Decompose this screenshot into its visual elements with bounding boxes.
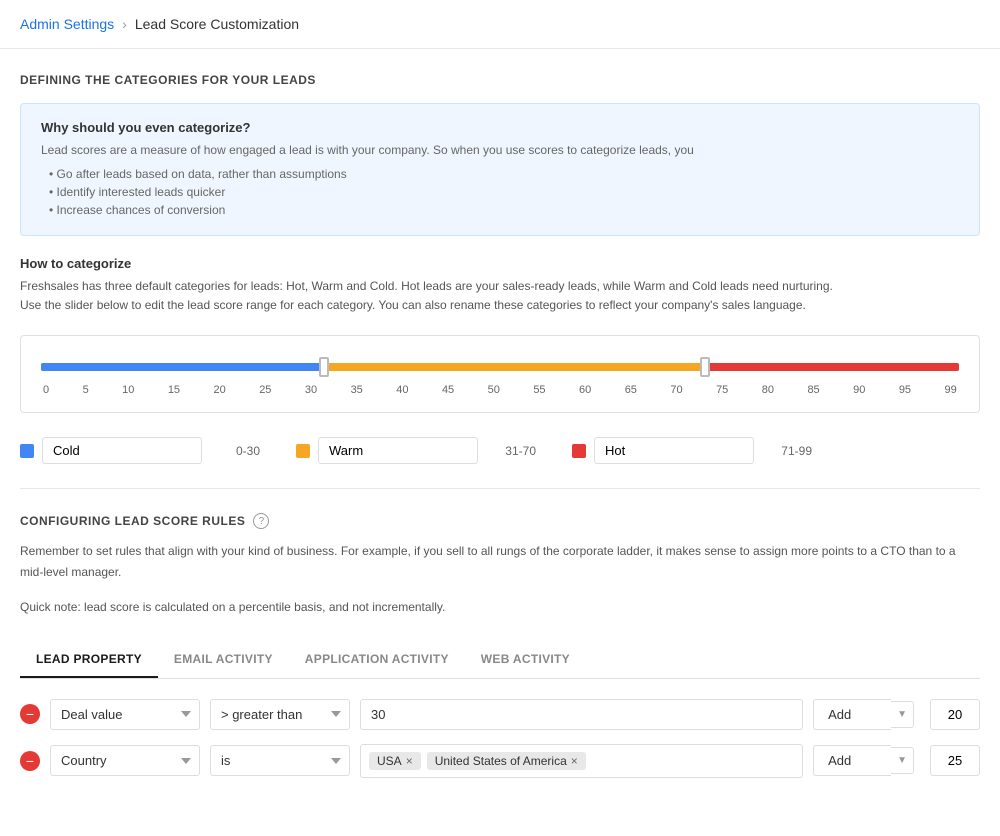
value-input-1[interactable] xyxy=(360,699,803,730)
hot-color-swatch xyxy=(572,444,586,458)
tab-lead-property[interactable]: LEAD PROPERTY xyxy=(20,642,158,678)
config-text-2: Quick note: lead score is calculated on … xyxy=(20,597,980,617)
slider-handle-warm-hot[interactable] xyxy=(700,357,710,377)
operator-select-2[interactable]: is is not contains xyxy=(210,745,350,776)
rules-area: − Deal value Country Lead score Title > … xyxy=(20,679,980,812)
category-row: 0-30 31-70 71-99 xyxy=(20,437,980,464)
how-categorize-text: Freshsales has three default categories … xyxy=(20,277,980,315)
slider-cold-segment xyxy=(41,363,319,371)
category-hot: 71-99 xyxy=(572,437,812,464)
tag-usa-remove[interactable]: × xyxy=(406,755,413,767)
remove-rule-2-button[interactable]: − xyxy=(20,751,40,771)
action-wrap-2: Add Subtract ▼ xyxy=(813,745,914,776)
action-wrap-1: Add Subtract ▼ xyxy=(813,699,914,730)
tab-email-activity[interactable]: EMAIL ACTIVITY xyxy=(158,642,289,678)
tab-application-activity[interactable]: APPLICATION ACTIVITY xyxy=(289,642,465,678)
tags-input-2[interactable]: USA × United States of America × xyxy=(360,744,803,778)
how-categorize-title: How to categorize xyxy=(20,256,980,271)
tag-united-states-remove[interactable]: × xyxy=(571,755,578,767)
cold-range: 0-30 xyxy=(210,444,260,458)
action-select-2[interactable]: Add Subtract xyxy=(813,745,891,776)
cold-color-swatch xyxy=(20,444,34,458)
breadcrumb-parent[interactable]: Admin Settings xyxy=(20,16,114,32)
slider-track[interactable] xyxy=(41,360,959,374)
section-divider xyxy=(20,488,980,489)
remove-rule-1-button[interactable]: − xyxy=(20,704,40,724)
breadcrumb-separator: › xyxy=(122,16,127,32)
tag-usa: USA × xyxy=(369,752,421,770)
defining-section-title: DEFINING THE CATEGORIES FOR YOUR LEADS xyxy=(20,73,980,87)
slider-labels: 0 5 10 15 20 25 30 35 40 45 50 55 60 65 … xyxy=(41,384,959,396)
hot-range: 71-99 xyxy=(762,444,812,458)
score-input-2[interactable] xyxy=(930,745,980,776)
warm-name-input[interactable] xyxy=(318,437,478,464)
config-title-row: CONFIGURING LEAD SCORE RULES ? xyxy=(20,513,980,529)
list-item: Identify interested leads quicker xyxy=(49,183,959,201)
config-section-title: CONFIGURING LEAD SCORE RULES xyxy=(20,514,245,528)
list-item: Go after leads based on data, rather tha… xyxy=(49,165,959,183)
hot-name-input[interactable] xyxy=(594,437,754,464)
action-select-1[interactable]: Add Subtract xyxy=(813,699,891,730)
warm-color-swatch xyxy=(296,444,310,458)
score-input-1[interactable] xyxy=(930,699,980,730)
breadcrumb: Admin Settings › Lead Score Customizatio… xyxy=(0,0,1000,49)
help-icon[interactable]: ? xyxy=(253,513,269,529)
action-dropdown-arrow-2[interactable]: ▼ xyxy=(891,747,914,774)
slider-hot-segment xyxy=(710,363,959,371)
warm-range: 31-70 xyxy=(486,444,536,458)
property-select-2[interactable]: Country Deal value Lead score Title xyxy=(50,745,200,776)
slider-warm-segment xyxy=(329,363,700,371)
slider-container: 0 5 10 15 20 25 30 35 40 45 50 55 60 65 … xyxy=(20,335,980,413)
list-item: Increase chances of conversion xyxy=(49,201,959,219)
action-dropdown-arrow-1[interactable]: ▼ xyxy=(891,701,914,728)
rule-row-1: − Deal value Country Lead score Title > … xyxy=(20,699,980,730)
category-warm: 31-70 xyxy=(296,437,536,464)
info-box-intro: Lead scores are a measure of how engaged… xyxy=(41,143,959,157)
slider-handle-cold-warm[interactable] xyxy=(319,357,329,377)
cold-name-input[interactable] xyxy=(42,437,202,464)
info-box: Why should you even categorize? Lead sco… xyxy=(20,103,980,236)
tag-united-states: United States of America × xyxy=(427,752,586,770)
config-text-1: Remember to set rules that align with yo… xyxy=(20,541,980,582)
rule-row-2: − Country Deal value Lead score Title is… xyxy=(20,744,980,778)
tab-web-activity[interactable]: WEB ACTIVITY xyxy=(465,642,586,678)
tabs-bar: LEAD PROPERTY EMAIL ACTIVITY APPLICATION… xyxy=(20,642,980,679)
category-cold: 0-30 xyxy=(20,437,260,464)
operator-select-1[interactable]: > greater than < less than = equals is n… xyxy=(210,699,350,730)
property-select-1[interactable]: Deal value Country Lead score Title xyxy=(50,699,200,730)
info-box-heading: Why should you even categorize? xyxy=(41,120,959,135)
breadcrumb-current: Lead Score Customization xyxy=(135,16,299,32)
info-box-list: Go after leads based on data, rather tha… xyxy=(41,165,959,219)
